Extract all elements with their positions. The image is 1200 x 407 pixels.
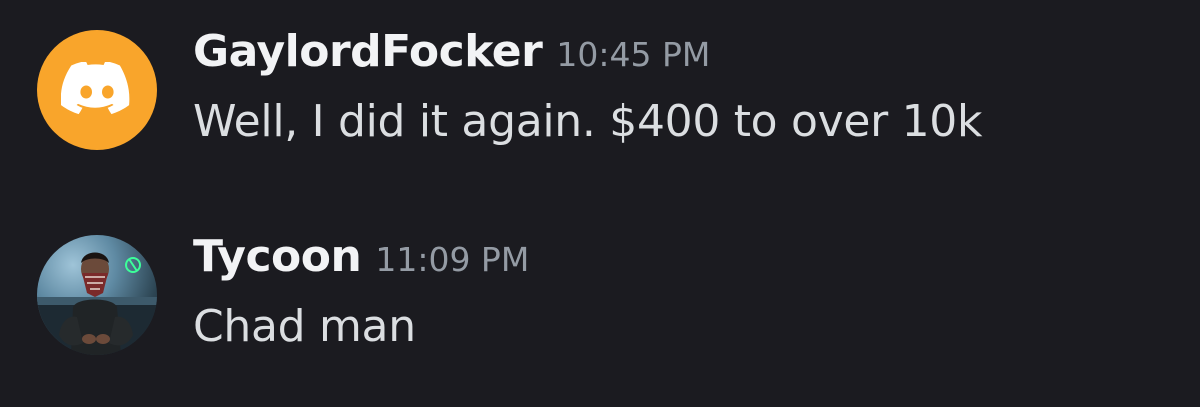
user-avatar-photo[interactable] bbox=[37, 235, 157, 355]
username[interactable]: Tycoon bbox=[193, 231, 362, 282]
username[interactable]: GaylordFocker bbox=[193, 26, 543, 77]
message-timestamp: 11:09 PM bbox=[375, 240, 530, 279]
message-text: Chad man bbox=[193, 301, 416, 352]
message-text: Well, I did it again. $400 to over 10k bbox=[193, 96, 983, 147]
message-timestamp: 10:45 PM bbox=[556, 35, 711, 74]
discord-logo-icon[interactable] bbox=[37, 30, 157, 150]
